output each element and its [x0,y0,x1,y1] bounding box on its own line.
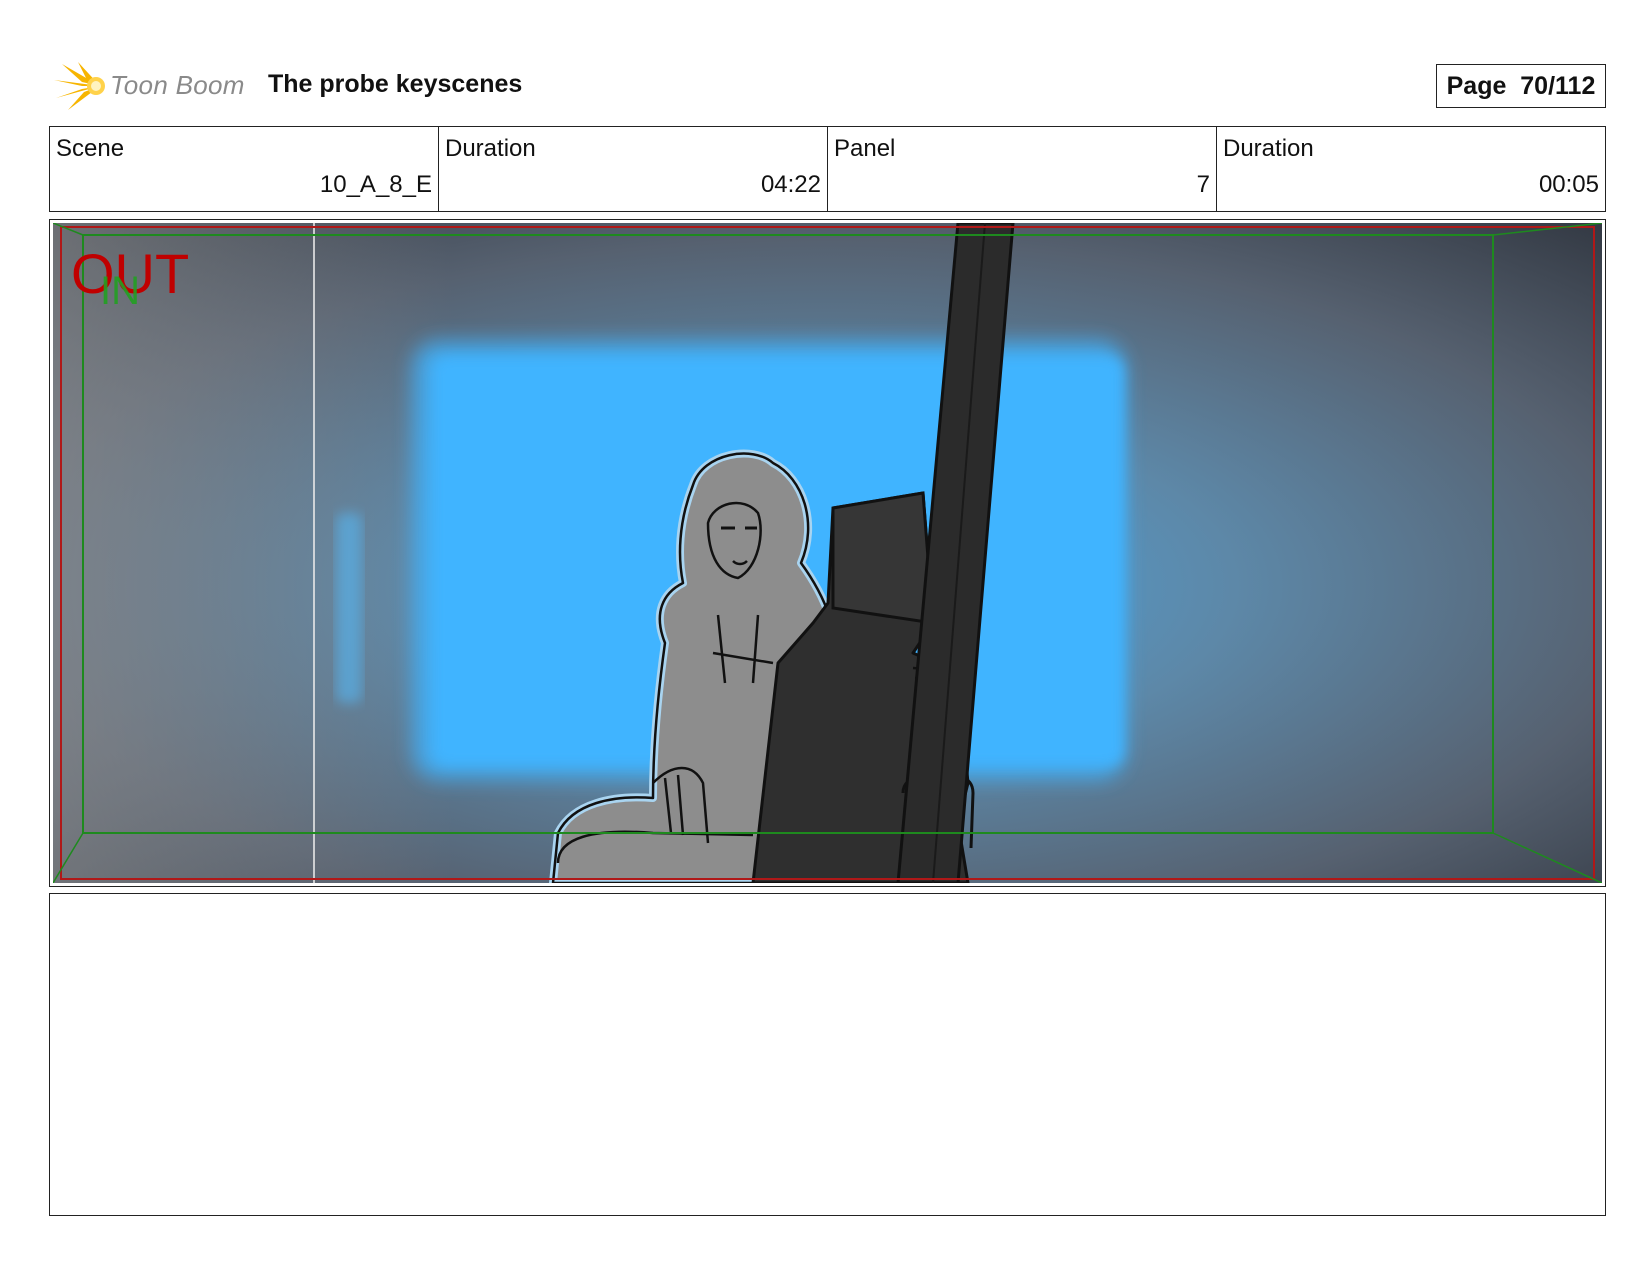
overlay-in-label: IN [100,269,140,313]
storyboard-panel: OUT IN [49,219,1606,887]
panel-drawing: OUT IN [53,223,1602,883]
panel-value: 7 [1196,171,1210,198]
scene-duration-cell: Duration 04:22 [439,127,828,211]
scene-value: 10_A_8_E [319,171,432,198]
scene-label: Scene [56,135,125,162]
page-number: 70/112 [1520,72,1596,100]
panel-duration-label: Duration [1223,135,1314,162]
toon-boom-logo: Toon Boom [52,58,252,114]
scene-duration-label: Duration [445,135,536,162]
left-shade [53,223,453,883]
panel-label: Panel [834,135,896,162]
scene-duration-value: 04:22 [760,171,821,198]
scene-cell: Scene 10_A_8_E [50,127,439,211]
document-title: The probe keyscenes [268,70,523,98]
starburst-logo-icon [54,62,105,110]
page-indicator: Page 70/112 [1436,64,1606,108]
wall-light-streak [336,513,362,703]
panel-duration-cell: Duration 00:05 [1217,127,1605,211]
panel-duration-value: 00:05 [1538,171,1599,198]
scene-info-table: Scene 10_A_8_E Duration 04:22 Panel 7 Du… [49,126,1606,212]
panel-illustration: OUT IN [53,223,1602,883]
panel-cell: Panel 7 [828,127,1217,211]
logo-text: Toon Boom [110,70,245,100]
page-label: Page [1446,72,1507,100]
panel-notes-box [49,893,1606,1216]
